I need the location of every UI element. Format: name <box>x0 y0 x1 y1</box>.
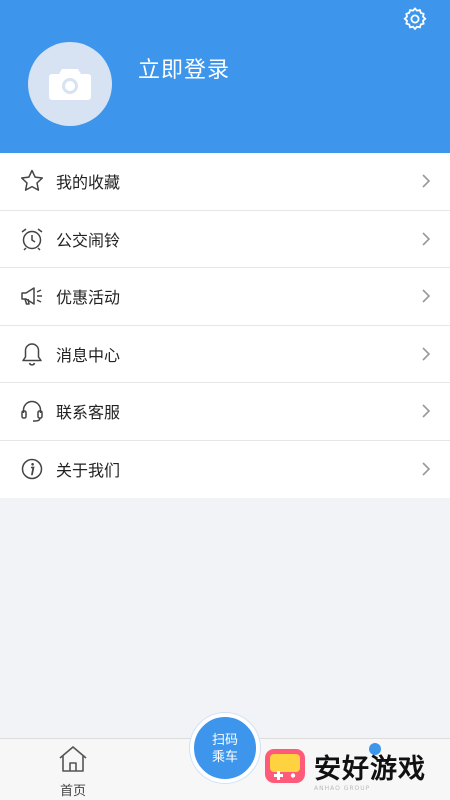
menu-item-label: 公交闹铃 <box>56 230 121 250</box>
scan-button-line1: 扫码 <box>211 733 238 748</box>
bell-icon <box>22 343 42 366</box>
camera-icon <box>49 69 91 100</box>
menu-item-label: 优惠活动 <box>56 288 121 308</box>
chevron-right-icon <box>422 232 431 246</box>
headset-icon <box>21 401 43 422</box>
login-link[interactable]: 立即登录 <box>138 52 230 84</box>
gear-icon[interactable] <box>402 6 428 32</box>
menu-item-bus-alarm[interactable]: 公交闹铃 <box>0 211 450 268</box>
menu-item-about-us[interactable]: 关于我们 <box>0 441 450 499</box>
menu-item-label: 我的收藏 <box>56 173 121 193</box>
alarm-clock-icon <box>21 228 43 251</box>
chevron-right-icon <box>422 174 431 188</box>
scan-button-line2: 乘车 <box>211 750 238 765</box>
menu-item-promotions[interactable]: 优惠活动 <box>0 268 450 326</box>
watermark-logo: 安好游戏 ANHAO GROUP <box>262 738 448 794</box>
menu-list: 我的收藏 公交闹铃 优惠活动 消息中心 联系客服 关于我们 <box>0 153 450 498</box>
menu-item-label: 联系客服 <box>56 403 121 423</box>
home-icon <box>59 746 87 772</box>
gamepad-logo-icon <box>265 749 305 783</box>
chevron-right-icon <box>422 404 431 418</box>
avatar[interactable] <box>28 42 112 126</box>
info-icon <box>21 459 43 480</box>
watermark-subtext: ANHAO GROUP <box>314 785 371 792</box>
scan-to-ride-button[interactable]: 扫码 乘车 <box>190 713 260 783</box>
watermark-text: 安好游戏 <box>314 753 426 785</box>
profile-header: 立即登录 <box>0 0 450 153</box>
chevron-right-icon <box>422 289 431 303</box>
menu-item-label: 关于我们 <box>56 461 121 481</box>
chevron-right-icon <box>422 462 431 476</box>
tab-home-label: 首页 <box>59 784 86 799</box>
chevron-right-icon <box>422 347 431 361</box>
star-icon <box>20 170 44 192</box>
menu-item-messages[interactable]: 消息中心 <box>0 326 450 383</box>
megaphone-icon <box>21 287 42 305</box>
menu-item-label: 消息中心 <box>56 345 121 365</box>
tab-home[interactable]: 首页 <box>50 745 96 799</box>
menu-item-favorites[interactable]: 我的收藏 <box>0 153 450 211</box>
menu-item-customer-service[interactable]: 联系客服 <box>0 383 450 441</box>
